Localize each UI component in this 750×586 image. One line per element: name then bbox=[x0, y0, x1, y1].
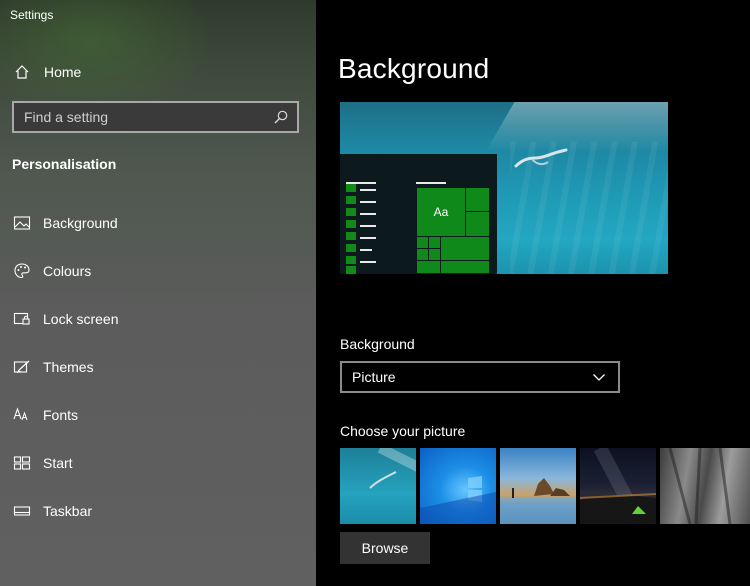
sidebar-item-themes[interactable]: Themes bbox=[12, 354, 302, 380]
background-label: Background bbox=[340, 336, 415, 352]
home-nav-item[interactable]: Home bbox=[12, 60, 81, 84]
sidebar-item-start[interactable]: Start bbox=[12, 450, 302, 476]
preview-app-icon bbox=[346, 220, 356, 228]
sidebar-item-label: Start bbox=[43, 455, 73, 471]
rock-face-image bbox=[668, 448, 732, 524]
sidebar-item-background[interactable]: Background bbox=[12, 210, 302, 236]
lock-screen-icon bbox=[12, 309, 32, 329]
start-icon bbox=[12, 453, 32, 473]
sidebar-item-fonts[interactable]: Fonts bbox=[12, 402, 302, 428]
preview-tile-aa: Aa bbox=[416, 187, 466, 237]
search-icon[interactable] bbox=[273, 109, 289, 125]
preview-list-line bbox=[360, 249, 372, 251]
preview-tile-header bbox=[416, 182, 446, 184]
preview-app-icon bbox=[346, 196, 356, 204]
preview-list-line bbox=[360, 237, 376, 239]
main-panel: Background Aa Background Picture Choose … bbox=[316, 0, 750, 586]
preview-app-icon bbox=[346, 266, 356, 274]
sidebar-item-label: Taskbar bbox=[43, 503, 93, 519]
preview-tile bbox=[416, 260, 441, 274]
preview-list-line bbox=[360, 225, 376, 227]
preview-list-line bbox=[360, 201, 376, 203]
preview-list-line bbox=[360, 261, 376, 263]
search-box[interactable] bbox=[12, 101, 299, 133]
sidebar-item-colours[interactable]: Colours bbox=[12, 258, 302, 284]
fonts-icon bbox=[12, 405, 32, 425]
picture-icon bbox=[12, 213, 32, 233]
search-input[interactable] bbox=[24, 109, 273, 125]
preview-list-line bbox=[360, 213, 376, 215]
sidebar-item-label: Themes bbox=[43, 359, 94, 375]
preview-app-icon bbox=[346, 184, 356, 192]
preview-list-line bbox=[360, 189, 376, 191]
preview-app-icon bbox=[346, 208, 356, 216]
preview-start-menu: Aa bbox=[340, 154, 497, 274]
sidebar-item-taskbar[interactable]: Taskbar bbox=[12, 498, 302, 524]
choose-picture-label: Choose your picture bbox=[340, 423, 466, 439]
preview-app-icon bbox=[346, 244, 356, 252]
window-title: Settings bbox=[10, 8, 54, 22]
sidebar-item-lock-screen[interactable]: Lock screen bbox=[12, 306, 302, 332]
preview-tile bbox=[440, 236, 490, 261]
home-icon bbox=[12, 62, 32, 82]
picture-thumbnail-underwater[interactable] bbox=[340, 448, 416, 524]
picture-thumbnail-rock-face[interactable] bbox=[660, 448, 750, 524]
night-sky-image bbox=[580, 448, 656, 524]
preview-tile bbox=[440, 260, 490, 274]
browse-button[interactable]: Browse bbox=[340, 532, 430, 564]
picture-thumbnail-night-sky[interactable] bbox=[580, 448, 656, 524]
underwater-image bbox=[369, 448, 416, 489]
sidebar-item-label: Fonts bbox=[43, 407, 79, 423]
chevron-down-icon bbox=[592, 370, 606, 384]
taskbar-icon bbox=[12, 501, 32, 521]
sidebar-item-label: Background bbox=[43, 215, 118, 231]
picture-thumbnail-windows[interactable] bbox=[420, 448, 496, 524]
preview-list-line bbox=[346, 182, 376, 184]
themes-icon bbox=[12, 357, 32, 377]
preview-tile bbox=[465, 187, 490, 212]
preview-tile bbox=[465, 211, 490, 237]
background-preview: Aa bbox=[340, 102, 668, 274]
dropdown-value: Picture bbox=[352, 369, 396, 385]
background-type-dropdown[interactable]: Picture bbox=[340, 361, 620, 393]
page-title: Background bbox=[338, 53, 490, 84]
picture-thumbnail-beach[interactable] bbox=[500, 448, 576, 524]
preview-app-icon bbox=[346, 256, 356, 264]
section-title: Personalisation bbox=[12, 156, 117, 172]
beach-rocks-image bbox=[500, 478, 576, 524]
sidebar-item-label: Lock screen bbox=[43, 311, 119, 327]
palette-icon bbox=[12, 261, 32, 281]
diver-image bbox=[514, 148, 568, 168]
sidebar-item-label: Colours bbox=[43, 263, 92, 279]
preview-app-icon bbox=[346, 232, 356, 240]
windows-logo-image bbox=[420, 476, 496, 524]
sidebar: Settings Home Personalisation Background… bbox=[0, 0, 316, 586]
home-label: Home bbox=[44, 64, 82, 80]
